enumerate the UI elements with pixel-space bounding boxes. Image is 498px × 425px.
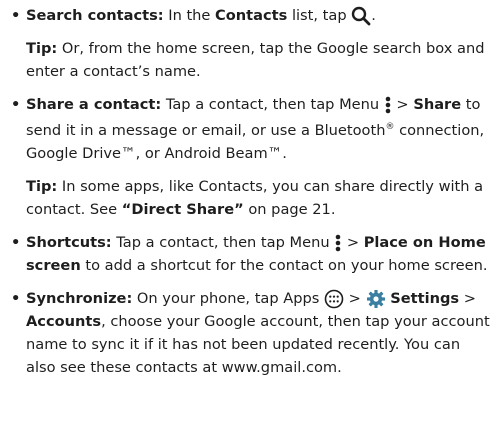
- bullet-marker: •: [11, 96, 21, 113]
- menu-icon: [334, 233, 342, 253]
- bullet-text: to add a shortcut for the contact on you…: [80, 256, 488, 274]
- bullet-marker: •: [11, 7, 21, 24]
- tip-direct-share: Tip: In some apps, like Contacts, you ca…: [8, 175, 490, 221]
- search-icon: [351, 6, 371, 26]
- tip-text: Or, from the home screen, tap the Google…: [26, 40, 485, 80]
- bullet-synchronize: • Synchronize: On your phone, tap Apps >…: [8, 287, 490, 379]
- bullet-search-contacts: • Search contacts: In the Contacts list,…: [8, 4, 490, 27]
- bullet-label: Search contacts:: [26, 7, 164, 24]
- bullet-marker: •: [11, 289, 21, 307]
- bullet-text: On your phone, tap Apps: [132, 289, 325, 307]
- bullet-label: Share a contact:: [26, 96, 162, 113]
- bullet-shortcuts: • Shortcuts: Tap a contact, then tap Men…: [8, 231, 490, 277]
- apps-icon: [324, 289, 344, 309]
- bullet-text: Tap a contact, then tap Menu: [161, 96, 384, 113]
- bullet-text: >: [344, 289, 366, 307]
- tip-text: on page 21.: [243, 200, 336, 218]
- tip-label: Tip:: [26, 40, 58, 57]
- bullet-label: Shortcuts:: [26, 233, 112, 251]
- tip-google-search: Tip: Or, from the home screen, tap the G…: [8, 37, 490, 83]
- share-term: Share: [413, 96, 462, 113]
- settings-icon: [366, 289, 386, 309]
- bullet-text: >: [391, 96, 414, 113]
- bullet-text: Tap a contact, then tap Menu: [111, 233, 335, 251]
- bullet-text: In the: [163, 7, 216, 24]
- bullet-text: >: [459, 289, 476, 307]
- accounts-term: Accounts: [26, 312, 102, 330]
- settings-term: Settings: [390, 289, 460, 307]
- direct-share-link[interactable]: “Direct Share”: [122, 201, 244, 218]
- contacts-term: Contacts: [215, 7, 288, 24]
- manual-page: • Search contacts: In the Contacts list,…: [0, 0, 498, 425]
- period: .: [371, 7, 376, 24]
- bullet-marker: •: [11, 233, 21, 251]
- bullet-text: >: [342, 233, 364, 251]
- menu-icon: [384, 95, 392, 115]
- tip-label: Tip:: [26, 177, 58, 195]
- bullet-share-contact: • Share a contact: Tap a contact, then t…: [8, 93, 490, 165]
- bullet-text: list, tap: [287, 7, 352, 24]
- bullet-label: Synchronize:: [26, 289, 133, 307]
